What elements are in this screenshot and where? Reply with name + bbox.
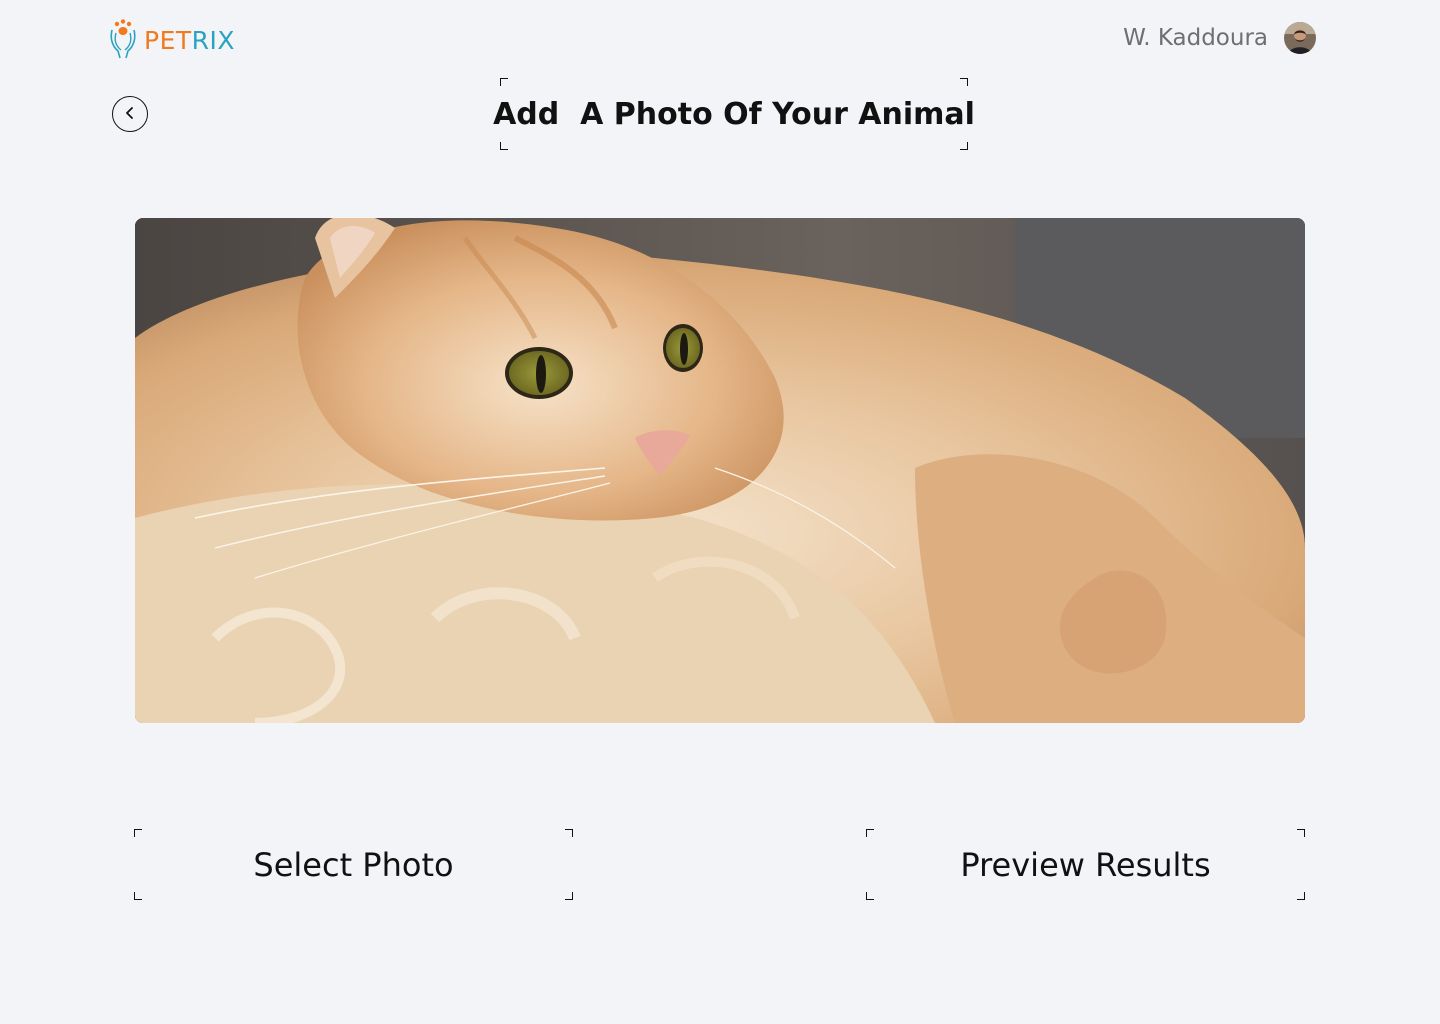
frame-corner [960,142,968,150]
brand-name-part2: RIX [191,25,236,55]
frame-corner [1297,829,1305,837]
brand-logo[interactable]: PETRIX [108,18,235,62]
frame-corner [500,78,508,86]
preview-results-label: Preview Results [960,845,1211,884]
frame-corner [960,78,968,86]
frame-corner [1297,892,1305,900]
frame-corner [134,829,142,837]
frame-corner [565,829,573,837]
user-name: W. Kaddoura [1123,25,1268,51]
frame-corner [866,892,874,900]
brand-name: PETRIX [144,28,235,53]
paw-hands-icon [108,18,140,62]
page-title: Add A Photo Of Your Animal [493,96,975,132]
frame-corner [134,892,142,900]
preview-results-button[interactable]: Preview Results [866,829,1305,900]
select-photo-label: Select Photo [253,845,454,884]
back-button[interactable] [112,96,148,132]
chevron-left-icon [123,105,137,124]
user-menu[interactable]: W. Kaddoura [1123,22,1316,54]
cat-photo [135,218,1305,723]
page-title-frame: Add A Photo Of Your Animal [493,78,975,150]
avatar[interactable] [1284,22,1316,54]
select-photo-button[interactable]: Select Photo [134,829,573,900]
brand-name-part1: PET [144,25,192,55]
frame-corner [500,142,508,150]
frame-corner [565,892,573,900]
frame-corner [866,829,874,837]
